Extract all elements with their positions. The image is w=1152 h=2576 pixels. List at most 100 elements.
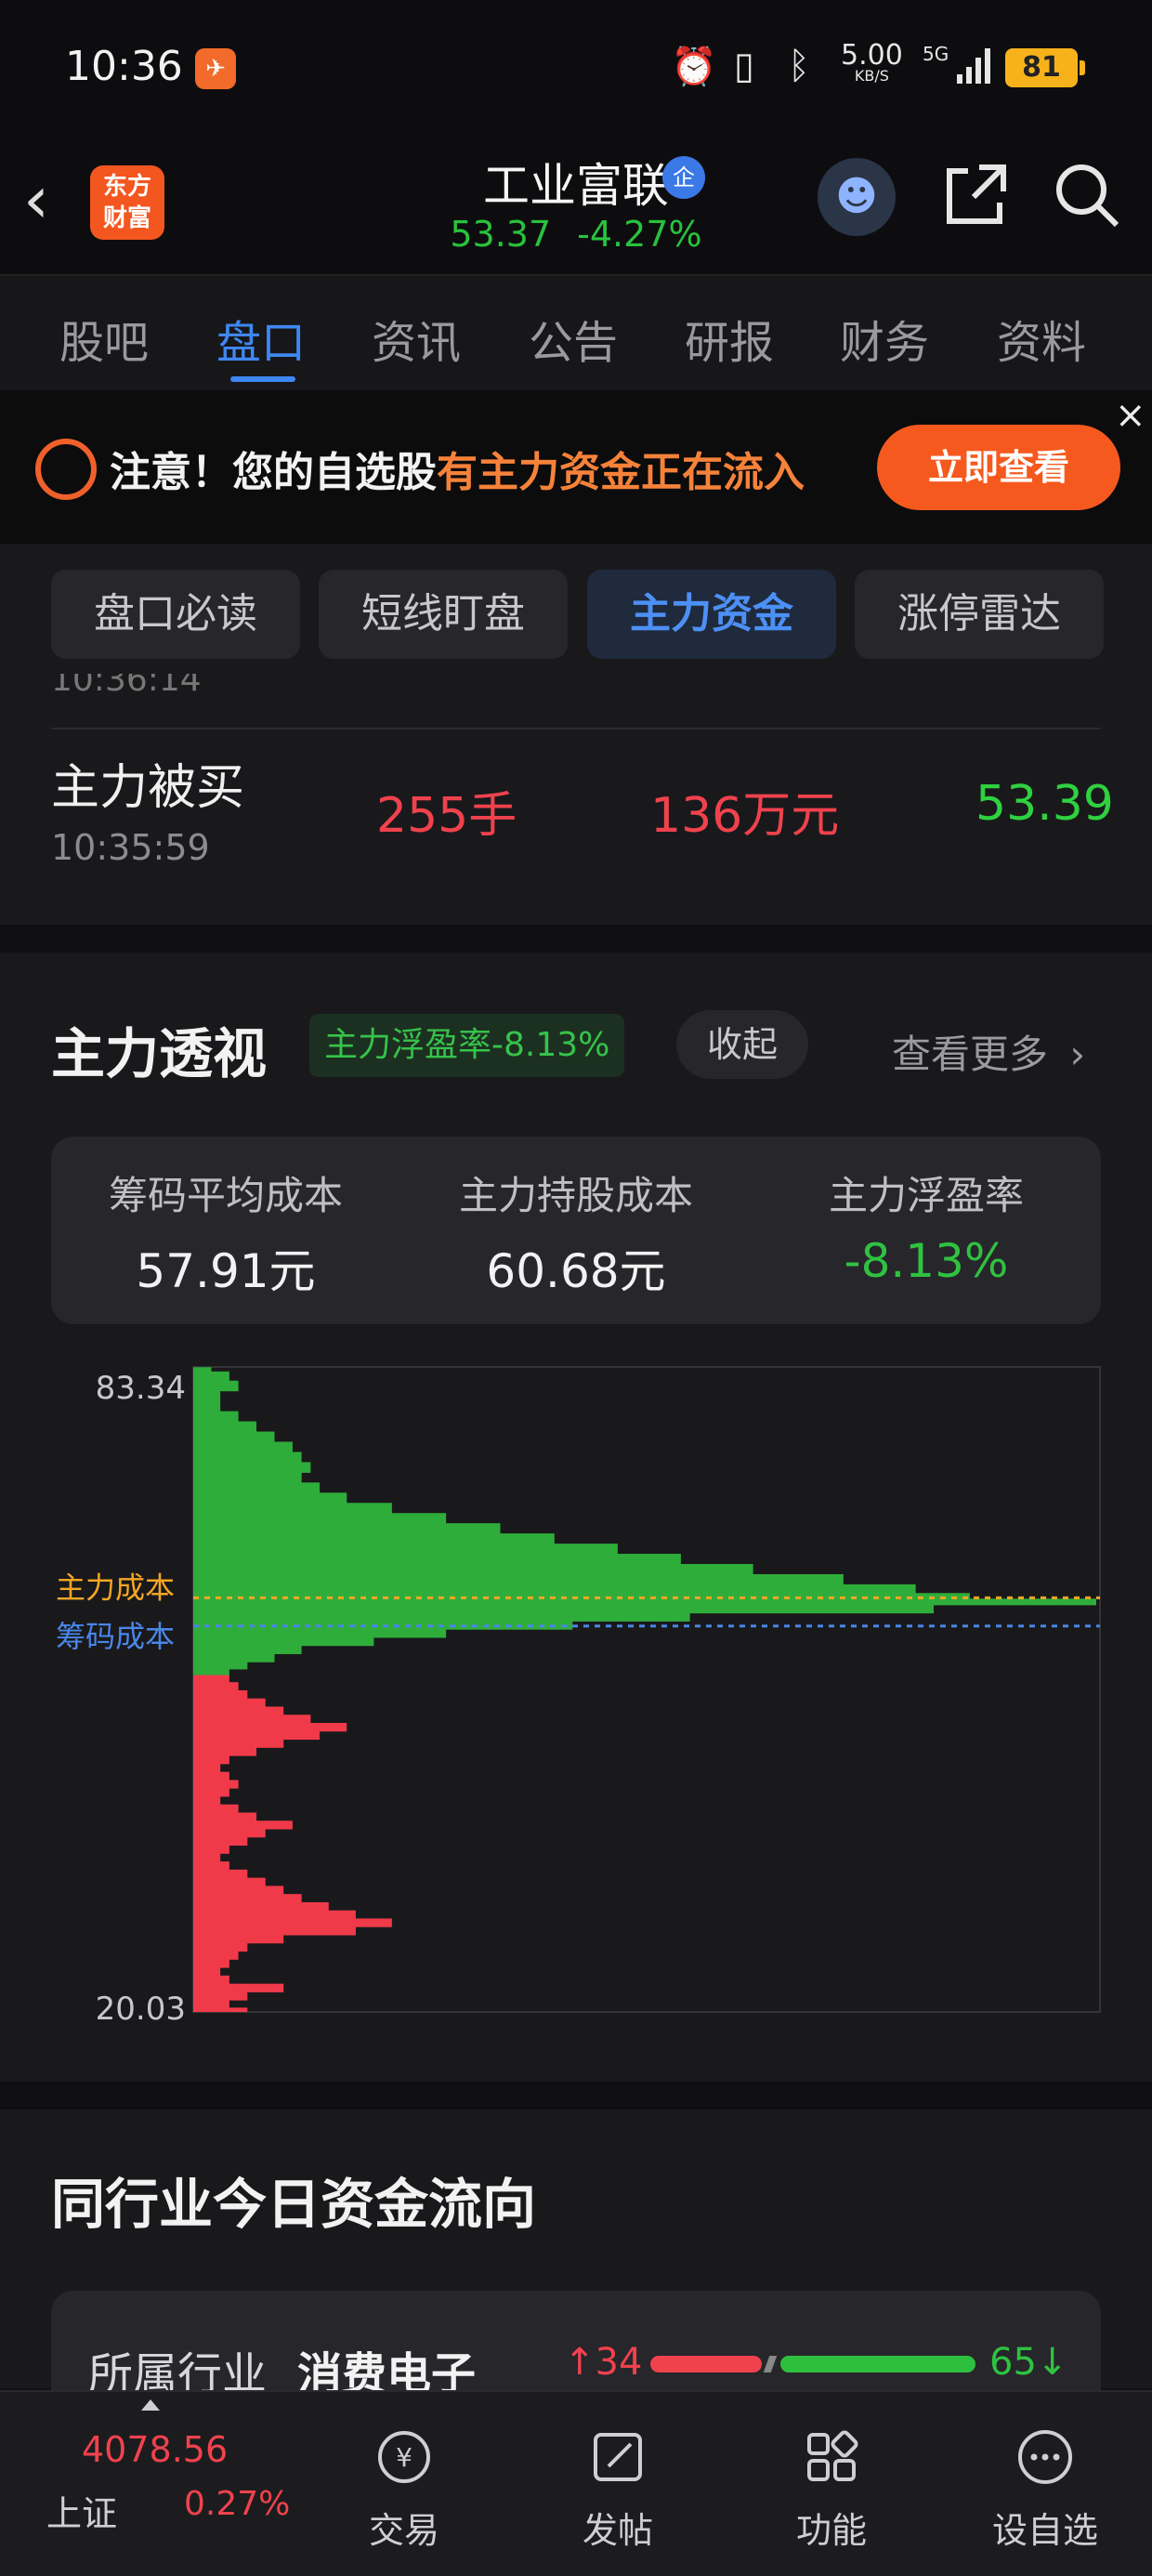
chip-bar bbox=[193, 1763, 221, 1773]
tab-announcements[interactable]: 公告 bbox=[529, 306, 618, 371]
ai-assistant-icon[interactable]: ☻ bbox=[818, 158, 896, 236]
up-ratio-bar bbox=[650, 2356, 762, 2372]
chip-bar bbox=[193, 1951, 239, 1960]
grid-icon bbox=[807, 2430, 858, 2481]
divider bbox=[51, 728, 1101, 729]
search-icon[interactable] bbox=[1050, 158, 1124, 232]
view-more-link[interactable]: 查看更多 › bbox=[892, 1023, 1085, 1080]
tab-profile[interactable]: 资料 bbox=[997, 306, 1086, 371]
collapse-button[interactable]: 收起 bbox=[676, 1010, 808, 1079]
svg-text:¥: ¥ bbox=[396, 2442, 412, 2473]
stat-avg-cost: 筹码平均成本 57.91元 bbox=[51, 1164, 400, 1301]
chip-bar bbox=[193, 1604, 935, 1614]
nav-post[interactable]: 发帖 bbox=[548, 2392, 687, 2553]
up-count: ↑34 bbox=[564, 2341, 643, 2384]
chip-bar bbox=[193, 1755, 229, 1765]
tab-finance[interactable]: 财务 bbox=[840, 306, 929, 371]
chip-bar bbox=[193, 1668, 229, 1676]
chip-bar bbox=[193, 1845, 229, 1854]
chip-bar bbox=[193, 1877, 266, 1886]
share-icon[interactable] bbox=[938, 158, 1013, 232]
chip-bar bbox=[193, 1730, 321, 1741]
chip-bar bbox=[193, 1682, 239, 1691]
profit-rate-badge: 主力浮盈率-8.13% bbox=[309, 1014, 625, 1077]
notification-app-icon: ✈ bbox=[195, 48, 236, 89]
tab-news[interactable]: 资讯 bbox=[372, 306, 461, 371]
tab-research[interactable]: 研报 bbox=[685, 306, 774, 371]
chip-bar bbox=[193, 1983, 284, 1992]
subtab-must-read[interactable]: 盘口必读 bbox=[51, 570, 300, 659]
nav-label: 设自选 bbox=[991, 2510, 1098, 2551]
view-more-label: 查看更多 bbox=[892, 1032, 1049, 1077]
cost-stats-card: 筹码平均成本 57.91元 主力持股成本 60.68元 主力浮盈率 -8.13% bbox=[51, 1137, 1101, 1324]
alarm-icon: ⏰ bbox=[671, 46, 717, 88]
trade-type: 主力被买 bbox=[51, 760, 245, 816]
nav-trade[interactable]: ¥ 交易 bbox=[334, 2392, 474, 2553]
industry-card[interactable]: 所属行业 消费电子 ↑34 65↓ bbox=[51, 2291, 1101, 2402]
trade-volume: 255手 bbox=[376, 788, 517, 844]
chip-bar bbox=[193, 2000, 229, 2008]
close-icon[interactable]: × bbox=[1115, 394, 1146, 437]
more-icon bbox=[1018, 2430, 1072, 2484]
chip-bar bbox=[193, 1804, 239, 1813]
nav-add-watchlist[interactable]: 设自选 bbox=[975, 2392, 1115, 2553]
chip-bar bbox=[193, 1829, 266, 1838]
trade-time: 10:35:59 bbox=[51, 827, 210, 868]
edit-icon bbox=[594, 2433, 642, 2481]
chip-bar bbox=[193, 1390, 221, 1402]
chip-bar bbox=[193, 1380, 239, 1392]
chip-bar bbox=[193, 1853, 221, 1862]
chip-bar bbox=[193, 1739, 284, 1748]
trade-amount: 136万元 bbox=[650, 788, 840, 844]
chip-bar bbox=[193, 1544, 618, 1555]
chip-bar bbox=[193, 1584, 916, 1594]
trend-alert-icon bbox=[35, 439, 97, 500]
chip-bar bbox=[193, 1400, 221, 1413]
top-tabs: 股吧 盘口 资讯 公告 研报 财务 资料 bbox=[0, 274, 1152, 390]
chip-bar bbox=[193, 1441, 293, 1452]
subtab-main-funds[interactable]: 主力资金 bbox=[587, 570, 836, 659]
chip-bar bbox=[193, 1795, 221, 1806]
chip-bar bbox=[193, 1894, 302, 1903]
flat-ratio-bar bbox=[763, 2356, 778, 2372]
y-min-label: 20.03 bbox=[96, 1991, 186, 2028]
index-value[interactable]: 4078.56 bbox=[82, 2429, 228, 2470]
stat-profit-rate: 主力浮盈率 -8.13% bbox=[752, 1164, 1101, 1288]
chip-bar bbox=[193, 1967, 221, 1977]
expand-caret-icon[interactable] bbox=[141, 2399, 160, 2411]
chip-bar bbox=[193, 1861, 229, 1871]
alert-banner[interactable]: 注意！您的自选股有主力资金正在流入 立即查看 × bbox=[0, 390, 1152, 544]
subtab-limit-up-radar[interactable]: 涨停雷达 bbox=[855, 570, 1104, 659]
stock-price: 53.37 bbox=[450, 214, 552, 255]
chip-bar bbox=[193, 1564, 753, 1575]
chip-bar bbox=[193, 1788, 229, 1797]
view-now-button[interactable]: 立即查看 bbox=[877, 425, 1120, 510]
chip-bar bbox=[193, 1452, 302, 1463]
chip-bar bbox=[193, 1689, 248, 1700]
section-gap bbox=[0, 925, 1152, 953]
index-name[interactable]: 上证 bbox=[46, 2485, 117, 2536]
chip-bar bbox=[193, 1411, 239, 1423]
chip-bar bbox=[193, 1975, 229, 1985]
tab-pankou[interactable]: 盘口 bbox=[216, 306, 306, 371]
chip-bar bbox=[193, 1910, 356, 1919]
chip-bar bbox=[193, 1371, 229, 1382]
trade-icon: ¥ bbox=[378, 2431, 430, 2483]
banner-text-prefix: 注意！您的自选股 bbox=[110, 449, 437, 496]
chip-bar bbox=[193, 1698, 266, 1707]
subtab-short-watch[interactable]: 短线盯盘 bbox=[319, 570, 568, 659]
nav-label: 交易 bbox=[368, 2510, 439, 2551]
chip-bar bbox=[193, 1771, 229, 1781]
tab-guba[interactable]: 股吧 bbox=[59, 306, 149, 371]
stat-main-cost: 主力持股成本 60.68元 bbox=[401, 1164, 751, 1301]
trade-price: 53.39 bbox=[975, 776, 1114, 832]
stat-label: 主力持股成本 bbox=[458, 1173, 693, 1218]
nav-functions[interactable]: 功能 bbox=[762, 2392, 901, 2553]
chip-bar bbox=[193, 1723, 347, 1732]
stat-value: 57.91元 bbox=[136, 1244, 316, 1298]
chip-bar bbox=[193, 1482, 321, 1493]
section-gap bbox=[0, 2082, 1152, 2109]
chip-bar bbox=[193, 1629, 447, 1638]
stat-label: 主力浮盈率 bbox=[828, 1173, 1024, 1218]
index-change[interactable]: 0.27% bbox=[184, 2485, 290, 2523]
